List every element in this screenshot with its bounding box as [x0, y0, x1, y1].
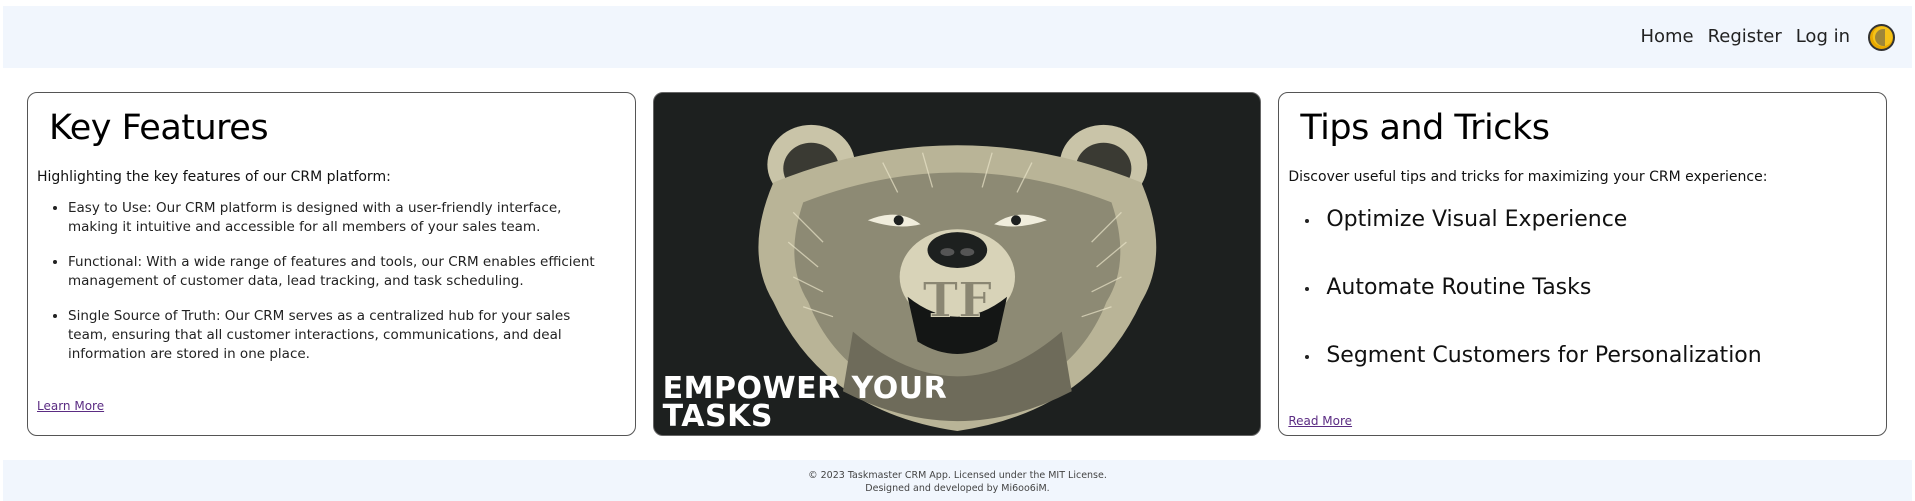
main-content: Key Features Highlighting the key featur… — [27, 92, 1888, 436]
tips-card: Tips and Tricks Discover useful tips and… — [1278, 92, 1888, 436]
footer-credits: Designed and developed by Mi6oo6iM. — [865, 483, 1050, 494]
feature-item: Single Source of Truth: Our CRM serves a… — [68, 307, 597, 364]
key-features-list: Easy to Use: Our CRM platform is designe… — [37, 199, 597, 380]
read-more-link[interactable]: Read More — [1288, 414, 1352, 428]
nav-login-link[interactable]: Log in — [1796, 28, 1850, 46]
tips-title: Tips and Tricks — [1300, 108, 1550, 148]
footer-license: © 2023 Taskmaster CRM App. Licensed unde… — [808, 470, 1107, 481]
hero-image-card: TF EMPOWER YOUR TASKS — [652, 92, 1262, 436]
tip-item: Automate Routine Tasks — [1288, 275, 1761, 343]
tf-monogram: TF — [922, 273, 992, 329]
key-features-title: Key Features — [49, 108, 269, 148]
tips-intro: Discover useful tips and tricks for maxi… — [1288, 169, 1768, 185]
key-features-intro: Highlighting the key features of our CRM… — [37, 169, 391, 185]
tip-item: Segment Customers for Personalization — [1288, 343, 1762, 411]
nav-home-link[interactable]: Home — [1640, 28, 1693, 46]
hero-tagline: EMPOWER YOUR TASKS — [662, 371, 948, 434]
feature-item: Functional: With a wide range of feature… — [68, 253, 597, 291]
learn-more-link[interactable]: Learn More — [37, 399, 104, 413]
tip-item: Optimize Visual Experience — [1288, 207, 1761, 275]
top-navbar: Home Register Log in — [3, 6, 1912, 68]
tips-list: Optimize Visual Experience Automate Rout… — [1288, 207, 1762, 411]
feature-item: Easy to Use: Our CRM platform is designe… — [68, 199, 597, 237]
footer: © 2023 Taskmaster CRM App. Licensed unde… — [3, 460, 1912, 501]
nav-register-link[interactable]: Register — [1708, 28, 1782, 46]
theme-toggle-icon[interactable] — [1868, 23, 1895, 51]
key-features-card: Key Features Highlighting the key featur… — [27, 92, 636, 436]
